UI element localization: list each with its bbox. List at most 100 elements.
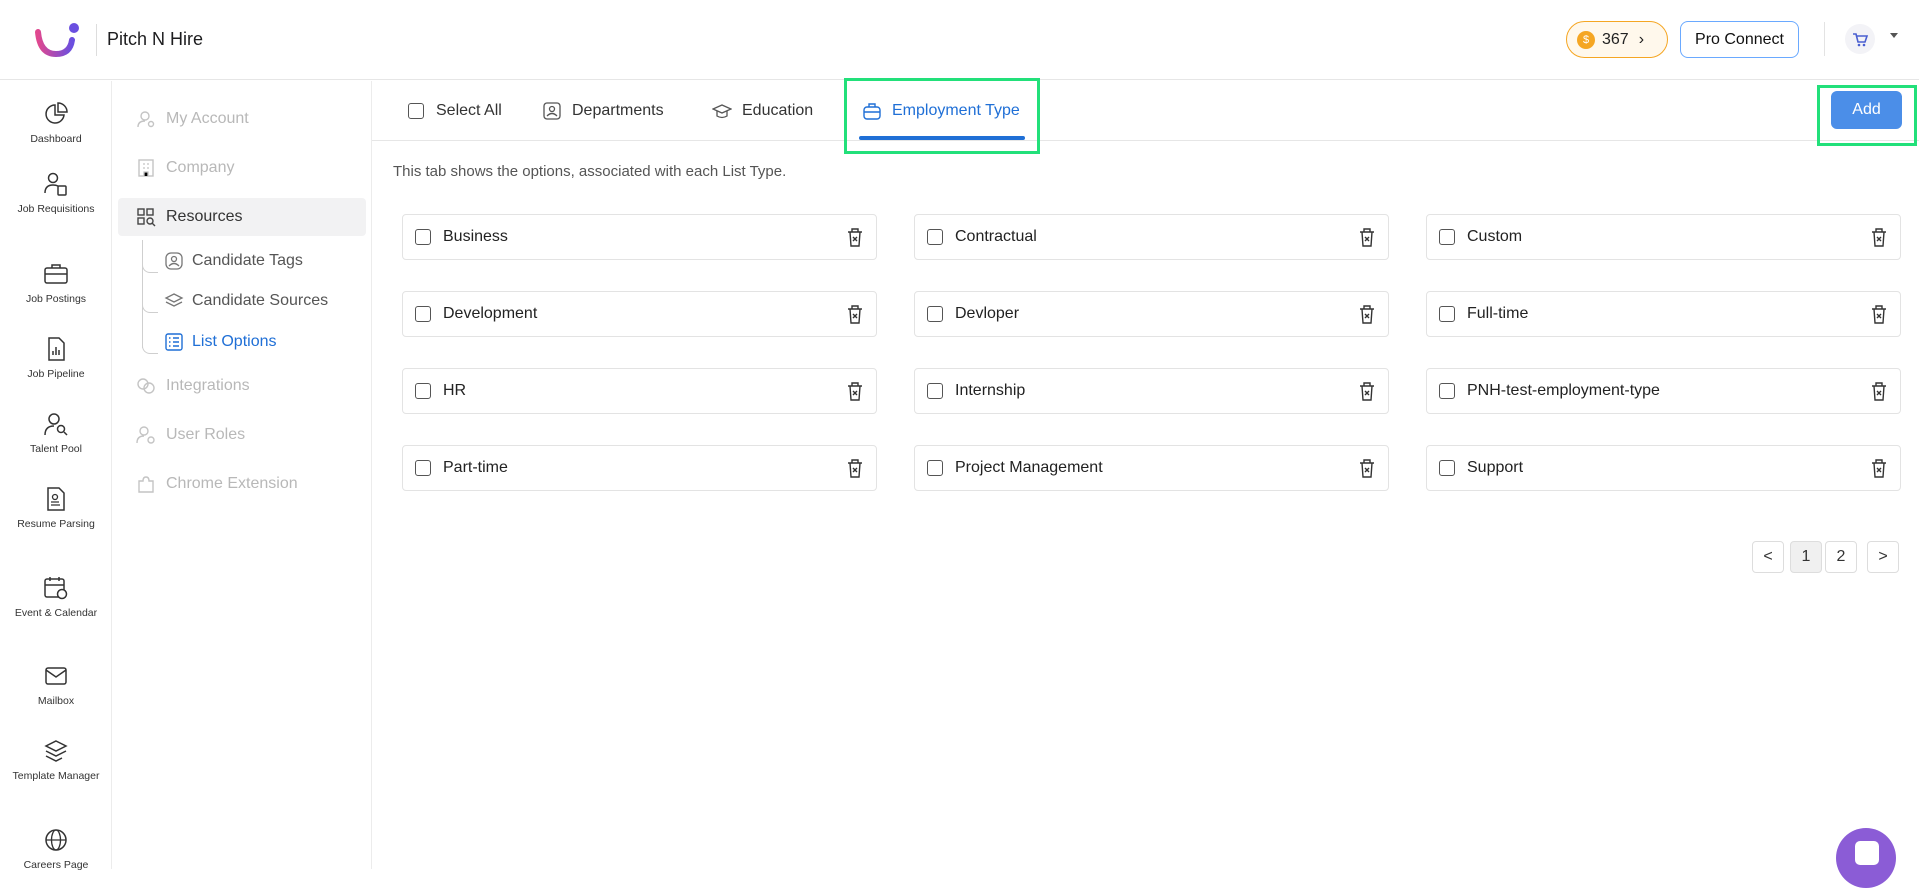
option-checkbox[interactable]	[1439, 229, 1455, 245]
user-settings-icon	[137, 111, 155, 128]
delete-icon[interactable]	[1356, 303, 1378, 325]
nav-mailbox[interactable]: Mailbox	[0, 663, 112, 707]
user-roles-icon	[136, 426, 155, 444]
chevron-down-icon[interactable]	[1890, 33, 1898, 38]
nav-talent-pool[interactable]: Talent Pool	[0, 411, 112, 455]
option-card[interactable]: Devloper	[914, 291, 1389, 337]
mail-icon	[45, 667, 67, 685]
nav-event-calendar[interactable]: Event & Calendar	[0, 575, 112, 619]
app-logo[interactable]	[34, 20, 84, 60]
coin-balance-button[interactable]: $ 367 ›	[1566, 21, 1668, 58]
pagination-prev[interactable]: <	[1752, 541, 1784, 573]
subnav-my-account[interactable]: My Account	[136, 109, 249, 129]
nav-resume-parsing[interactable]: Resume Parsing	[0, 486, 112, 530]
delete-icon[interactable]	[1356, 380, 1378, 402]
option-card[interactable]: Internship	[914, 368, 1389, 414]
subnav-chrome-extension[interactable]: Chrome Extension	[136, 474, 298, 494]
logo-divider	[96, 24, 97, 56]
nav-label: Job Postings	[25, 293, 87, 305]
subnav-label: Integrations	[166, 377, 250, 394]
option-label: Support	[1467, 459, 1524, 476]
globe-icon	[45, 829, 67, 851]
pagination-page-1[interactable]: 1	[1790, 541, 1822, 573]
option-label: HR	[443, 382, 467, 399]
grid-search-icon	[137, 208, 156, 227]
option-label: Business	[443, 228, 508, 245]
subnav-company[interactable]: Company	[136, 158, 234, 178]
subnav-candidate-tags[interactable]: Candidate Tags	[164, 251, 303, 271]
nav-dashboard[interactable]: Dashboard	[0, 101, 112, 145]
subnav-user-roles[interactable]: User Roles	[136, 425, 245, 445]
department-icon	[543, 102, 561, 120]
pagination-page-2[interactable]: 2	[1825, 541, 1857, 573]
option-card[interactable]: Part-time	[402, 445, 877, 491]
tab-label: Departments	[572, 102, 664, 119]
delete-icon[interactable]	[1868, 303, 1890, 325]
delete-icon[interactable]	[1868, 226, 1890, 248]
option-card[interactable]: PNH-test-employment-type	[1426, 368, 1901, 414]
delete-icon[interactable]	[1356, 457, 1378, 479]
subnav-integrations[interactable]: Integrations	[136, 376, 250, 396]
subnav-label: List Options	[192, 333, 277, 350]
tree-connector	[142, 240, 143, 348]
pagination-next[interactable]: >	[1867, 541, 1899, 573]
subnav-label: Resources	[166, 208, 243, 225]
option-card[interactable]: Full-time	[1426, 291, 1901, 337]
option-card[interactable]: Project Management	[914, 445, 1389, 491]
nav-careers-page[interactable]: Careers Page	[0, 827, 112, 871]
option-checkbox[interactable]	[415, 306, 431, 322]
nav-job-pipeline[interactable]: Job Pipeline	[0, 336, 112, 380]
nav-label: Dashboard	[30, 133, 82, 145]
option-checkbox[interactable]	[927, 383, 943, 399]
integrations-icon	[137, 378, 155, 394]
coin-count: 367	[1602, 30, 1629, 48]
checkbox[interactable]	[408, 103, 424, 119]
tab-departments[interactable]: Departments	[542, 98, 664, 124]
option-label: Devloper	[955, 305, 1020, 322]
option-checkbox[interactable]	[927, 229, 943, 245]
pipeline-icon	[48, 337, 65, 361]
select-all-checkbox[interactable]: Select All	[408, 98, 502, 124]
tab-description: This tab shows the options, associated w…	[393, 163, 787, 180]
chat-widget-button[interactable]	[1836, 828, 1896, 888]
option-card[interactable]: Custom	[1426, 214, 1901, 260]
list-icon	[165, 333, 183, 351]
nav-label: Template Manager	[12, 770, 100, 782]
option-card[interactable]: Development	[402, 291, 877, 337]
avatar[interactable]	[1845, 24, 1875, 54]
delete-icon[interactable]	[844, 380, 866, 402]
pro-connect-button[interactable]: Pro Connect	[1680, 21, 1799, 58]
nav-job-requisitions[interactable]: Job Requisitions	[0, 171, 112, 215]
tree-branch	[142, 261, 158, 273]
option-card[interactable]: Support	[1426, 445, 1901, 491]
chevron-right-icon: ›	[1638, 30, 1645, 48]
option-label: Part-time	[443, 459, 508, 476]
delete-icon[interactable]	[844, 303, 866, 325]
delete-icon[interactable]	[1868, 380, 1890, 402]
subnav-list-options[interactable]: List Options	[164, 332, 276, 352]
option-checkbox[interactable]	[1439, 306, 1455, 322]
option-checkbox[interactable]	[927, 460, 943, 476]
delete-icon[interactable]	[844, 457, 866, 479]
app-name: Pitch N Hire	[107, 29, 204, 49]
nav-template-manager[interactable]: Template Manager	[0, 738, 112, 782]
option-card[interactable]: Contractual	[914, 214, 1389, 260]
tree-branch	[142, 301, 158, 313]
delete-icon[interactable]	[844, 226, 866, 248]
option-checkbox[interactable]	[415, 229, 431, 245]
delete-icon[interactable]	[1356, 226, 1378, 248]
subnav-label: My Account	[166, 110, 249, 127]
nav-job-postings[interactable]: Job Postings	[0, 261, 112, 305]
option-card[interactable]: HR	[402, 368, 877, 414]
delete-icon[interactable]	[1868, 457, 1890, 479]
option-checkbox[interactable]	[415, 383, 431, 399]
subnav-resources[interactable]: Resources	[136, 207, 242, 227]
option-checkbox[interactable]	[415, 460, 431, 476]
subnav-label: User Roles	[166, 426, 246, 443]
tab-education[interactable]: Education	[712, 98, 813, 124]
subnav-candidate-sources[interactable]: Candidate Sources	[164, 291, 328, 311]
option-checkbox[interactable]	[1439, 460, 1455, 476]
option-checkbox[interactable]	[1439, 383, 1455, 399]
option-card[interactable]: Business	[402, 214, 877, 260]
option-checkbox[interactable]	[927, 306, 943, 322]
